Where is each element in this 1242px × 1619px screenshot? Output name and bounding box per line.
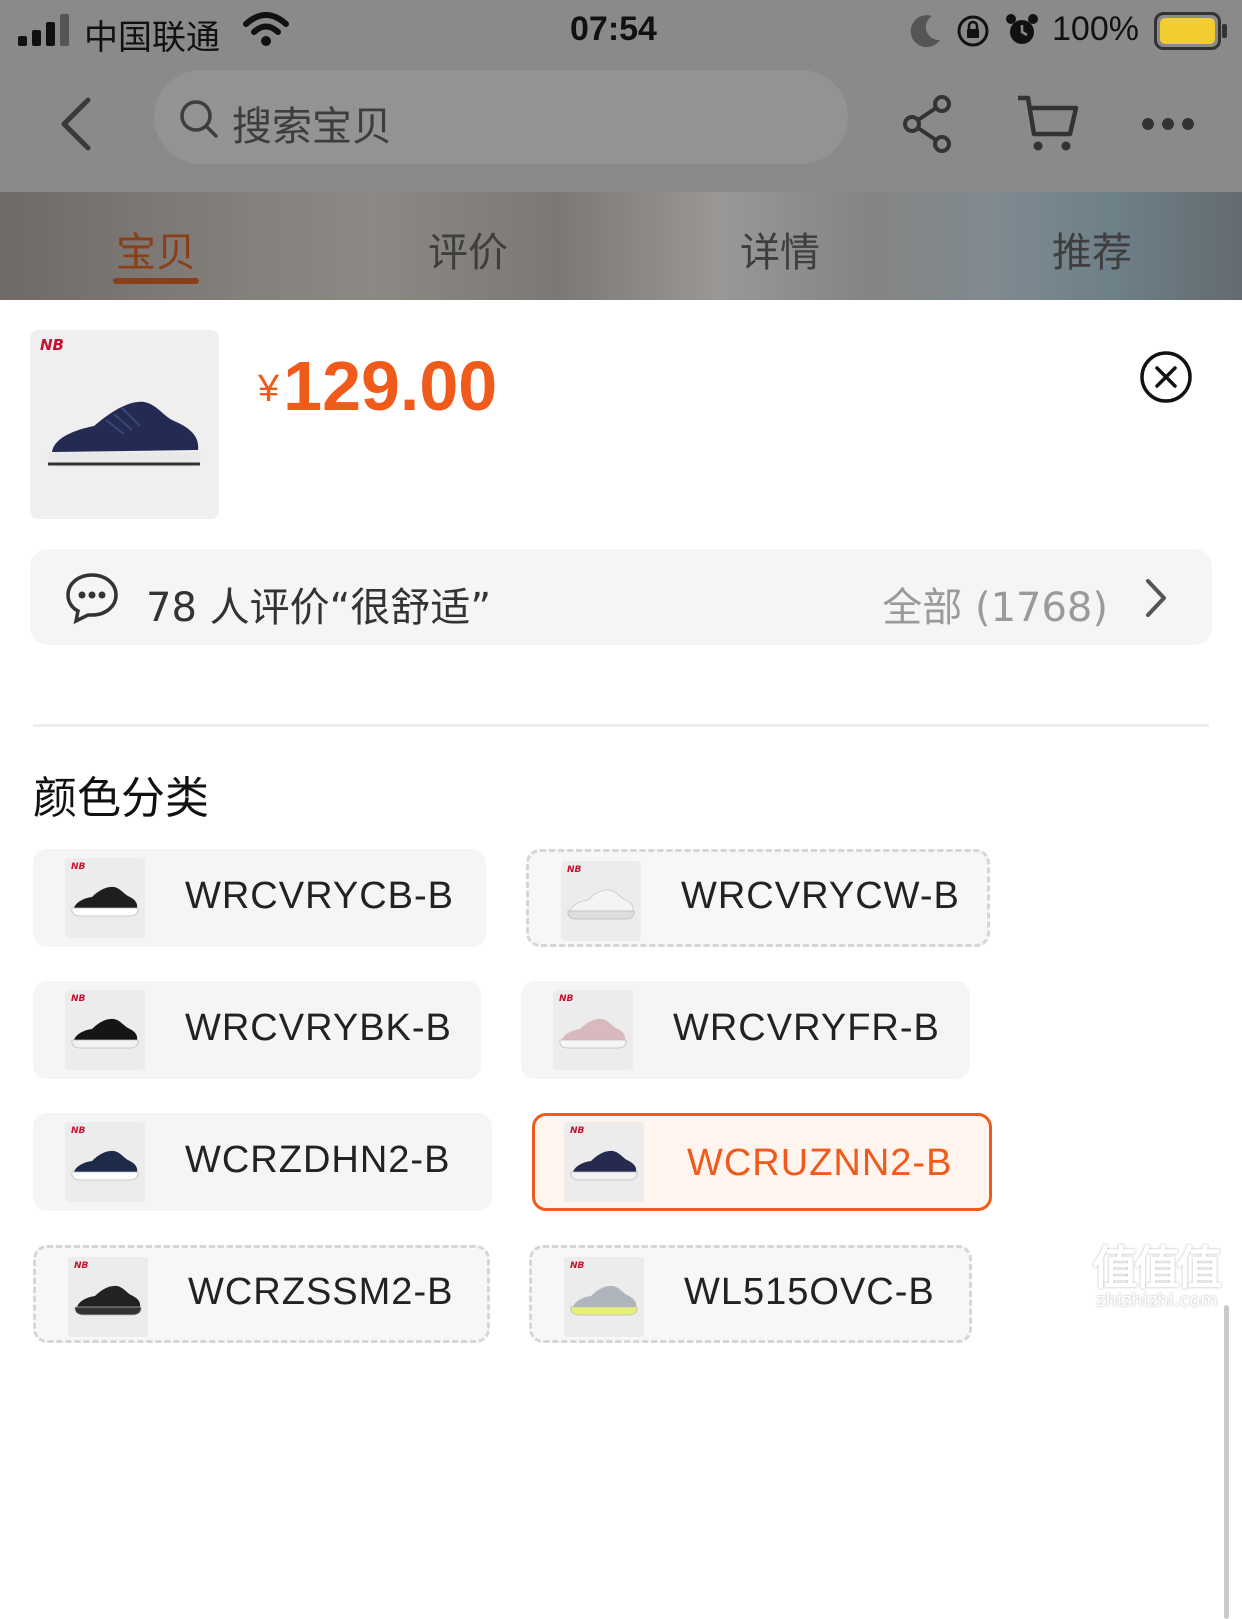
currency-symbol: ¥ [258, 368, 280, 410]
search-placeholder: 搜索宝贝 [232, 104, 392, 150]
nav-bar: 搜索宝贝 [0, 64, 1242, 192]
tab-recommend[interactable]: 推荐 [1012, 220, 1172, 278]
brand-logo: NB [74, 1261, 89, 1271]
brand-logo: NB [71, 994, 86, 1004]
chevron-right-icon [1146, 579, 1166, 617]
shoe-image [47, 401, 201, 468]
shoe-image [567, 889, 635, 920]
color-category-title: 颜色分类 [33, 773, 209, 824]
shoe-image [74, 1285, 142, 1316]
price: ¥129.00 [258, 346, 497, 426]
review-summary-bar[interactable]: 78 人评价“很舒适” 全部 (1768) [30, 549, 1212, 645]
close-icon[interactable] [1140, 351, 1192, 403]
color-option-label: WRCVRYCW-B [681, 875, 960, 917]
color-option-label: WCRUZNN2-B [687, 1142, 953, 1184]
share-icon[interactable] [900, 94, 954, 154]
carrier-label: 中国联通 [84, 19, 220, 57]
product-thumbnail[interactable]: NB [30, 330, 219, 519]
signal-icon [18, 14, 69, 46]
brand-logo: NB [40, 336, 64, 354]
brand-logo: NB [71, 862, 86, 872]
color-option-image: NB [553, 990, 633, 1070]
battery-percent: 100% [1052, 10, 1139, 48]
color-option-image: NB [68, 1257, 148, 1337]
battery-icon [1154, 12, 1227, 50]
review-summary-text: 78 人评价“很舒适” [146, 585, 492, 631]
back-arrow-icon[interactable] [56, 96, 96, 152]
color-option[interactable]: NB WL515OVC-B [529, 1245, 972, 1343]
scrollbar[interactable] [1224, 1305, 1229, 1619]
color-option[interactable]: NB WRCVRYBK-B [33, 981, 481, 1079]
rotation-lock-icon [957, 15, 989, 47]
more-icon[interactable] [1140, 116, 1196, 132]
wifi-icon [243, 12, 289, 46]
color-option[interactable]: NB WRCVRYFR-B [521, 981, 970, 1079]
alarm-icon [1006, 14, 1038, 44]
tab-reviews[interactable]: 评价 [388, 220, 548, 278]
shoe-image [71, 1018, 139, 1049]
color-option-image: NB [561, 861, 641, 941]
watermark-logo: 值值值 [1092, 1241, 1222, 1295]
brand-logo: NB [570, 1126, 585, 1136]
color-option-label: WL515OVC-B [684, 1271, 935, 1313]
color-option[interactable]: NB WCRUZNN2-B [532, 1113, 992, 1211]
shoe-image [570, 1150, 638, 1181]
dimmed-background[interactable]: 中国联通 07:54 100% 搜索宝贝 宝贝 评价 详情 推荐 [0, 0, 1242, 300]
color-option-image: NB [65, 1122, 145, 1202]
color-option[interactable]: NB WCRZDHN2-B [33, 1113, 492, 1211]
divider [33, 724, 1209, 727]
color-option-image: NB [564, 1257, 644, 1337]
color-option-label: WRCVRYCB-B [185, 875, 454, 917]
search-icon [180, 100, 218, 138]
tab-bar: 宝贝 评价 详情 推荐 [0, 192, 1242, 300]
review-all-count: 全部 (1768) [882, 585, 1108, 631]
color-option-label: WCRZSSM2-B [188, 1271, 454, 1313]
color-option-label: WRCVRYBK-B [185, 1007, 452, 1049]
price-value: 129.00 [283, 347, 498, 425]
color-option[interactable]: NB WRCVRYCW-B [526, 849, 990, 947]
active-tab-indicator [113, 278, 199, 284]
cart-icon[interactable] [1014, 92, 1080, 156]
tab-baobei[interactable]: 宝贝 [76, 220, 236, 278]
color-option-label: WRCVRYFR-B [673, 1007, 940, 1049]
shoe-image [71, 886, 139, 917]
shoe-image [559, 1018, 627, 1049]
tab-details[interactable]: 详情 [700, 220, 860, 278]
shoe-image [71, 1150, 139, 1181]
color-option[interactable]: NB WRCVRYCB-B [33, 849, 486, 947]
status-bar: 中国联通 07:54 100% [0, 0, 1242, 64]
clock: 07:54 [570, 10, 657, 48]
comment-icon [66, 573, 118, 625]
watermark: 值值值 zhizhizhi.com [1092, 1232, 1238, 1316]
color-option-image: NB [65, 858, 145, 938]
shoe-image [570, 1285, 638, 1316]
brand-logo: NB [71, 1126, 86, 1136]
brand-logo: NB [570, 1261, 585, 1271]
color-option[interactable]: NB WCRZSSM2-B [33, 1245, 490, 1343]
moon-icon [910, 15, 940, 48]
color-option-image: NB [65, 990, 145, 1070]
search-input[interactable]: 搜索宝贝 [154, 70, 848, 164]
color-option-label: WCRZDHN2-B [185, 1139, 451, 1181]
brand-logo: NB [559, 994, 574, 1004]
color-option-image: NB [564, 1122, 644, 1202]
sku-selector-sheet: NB ¥129.00 78 人评价“很舒适” 全部 (1768) 颜色分类 NB… [0, 300, 1242, 1619]
watermark-url: zhizhizhi.com [1096, 1290, 1218, 1311]
brand-logo: NB [567, 865, 582, 875]
